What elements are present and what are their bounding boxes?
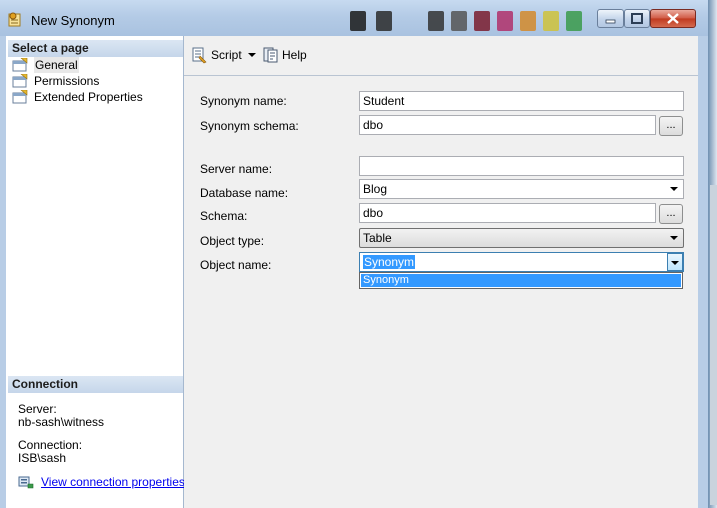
property-page-icon [12, 90, 28, 104]
schema-browse-button[interactable]: ... [659, 204, 683, 224]
close-icon [667, 13, 679, 24]
help-icon [263, 47, 278, 63]
chevron-down-icon [671, 261, 679, 265]
page-item-label: Permissions [34, 74, 100, 88]
connection-value: ISB\sash [18, 451, 67, 465]
object-type-combo[interactable]: Table [359, 228, 684, 248]
object-name-dropdown-button[interactable] [667, 253, 683, 271]
object-name-dropdown-list: Synonym [359, 272, 683, 289]
server-name-label: Server name: [200, 162, 273, 176]
server-value: nb-sash\witness [18, 415, 105, 429]
database-name-combo[interactable]: Blog [359, 179, 684, 199]
object-type-value: Table [363, 231, 392, 245]
page-item-label: General [34, 57, 79, 73]
window-title: New Synonym [31, 13, 115, 28]
new-synonym-window: New Synonym Select a page General Permis… [0, 0, 717, 508]
schema-label: Schema: [200, 209, 248, 223]
chevron-down-icon [670, 236, 678, 240]
dropdown-option[interactable]: Synonym [361, 274, 681, 287]
synonym-icon [8, 12, 21, 27]
background-window-edge [708, 0, 717, 508]
script-dropdown-arrow-icon[interactable] [248, 53, 256, 57]
page-item-label: Extended Properties [34, 90, 143, 104]
title-bar[interactable]: New Synonym [0, 0, 717, 36]
synonym-name-input[interactable]: Student [359, 91, 684, 111]
server-name-input[interactable] [359, 156, 684, 176]
object-type-label: Object type: [200, 234, 265, 248]
left-panel: Select a page General Permissions Extend… [6, 36, 185, 508]
synonym-schema-label: Synonym schema: [200, 119, 299, 133]
synonym-schema-input[interactable]: dbo [359, 115, 656, 135]
toolbar: Script Help [184, 36, 698, 76]
view-connection-properties-label: View connection properties [41, 475, 185, 489]
connection-properties-icon [18, 476, 34, 489]
select-page-header: Select a page [8, 40, 183, 57]
minimize-button[interactable] [597, 9, 624, 28]
maximize-button[interactable] [624, 9, 650, 28]
chevron-down-icon [670, 187, 678, 191]
help-label: Help [282, 48, 307, 62]
object-name-value: Synonym [363, 255, 416, 269]
synonym-schema-browse-button[interactable]: ... [659, 116, 683, 136]
database-name-value: Blog [363, 182, 388, 196]
object-name-combo[interactable]: Synonym [359, 252, 684, 272]
synonym-name-label: Synonym name: [200, 94, 287, 108]
maximize-icon [631, 13, 643, 24]
schema-input[interactable]: dbo [359, 203, 656, 223]
database-name-label: Database name: [200, 186, 289, 200]
object-name-label: Object name: [200, 258, 272, 272]
connection-header: Connection [8, 376, 183, 393]
script-label: Script [211, 48, 242, 62]
close-button[interactable] [650, 9, 696, 28]
property-page-icon [12, 74, 28, 88]
window-frame-right [698, 36, 708, 508]
property-page-icon [12, 58, 28, 72]
main-panel: Script Help Synonym name: Student Synony… [184, 36, 698, 508]
script-icon [192, 47, 207, 64]
minimize-icon [605, 19, 616, 24]
